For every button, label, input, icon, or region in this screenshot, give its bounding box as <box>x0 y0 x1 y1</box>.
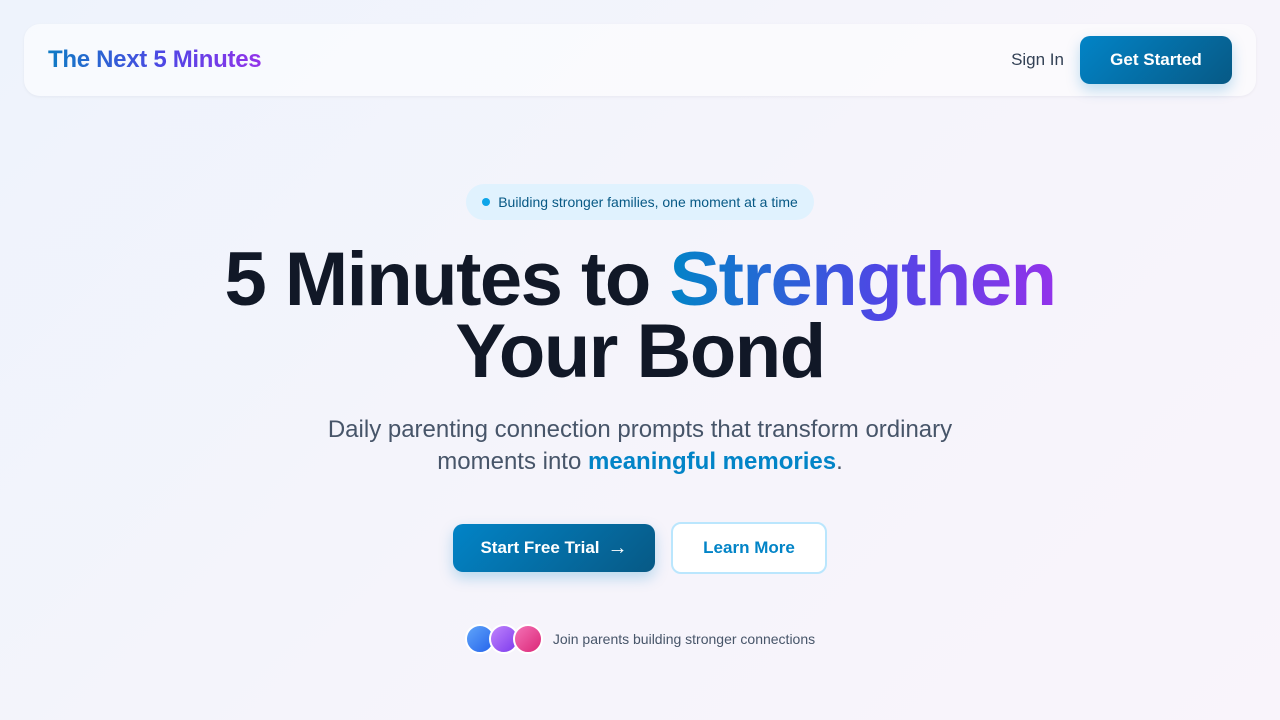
nav-actions: Sign In Get Started <box>1011 36 1232 84</box>
navbar: The Next 5 Minutes Sign In Get Started <box>24 24 1256 96</box>
tagline-text: Building stronger families, one moment a… <box>498 194 798 210</box>
learn-more-button[interactable]: Learn More <box>671 522 827 574</box>
sign-in-link[interactable]: Sign In <box>1011 50 1064 70</box>
social-proof: Join parents building stronger connectio… <box>0 624 1280 654</box>
headline-part2: Your Bond <box>455 309 826 394</box>
hero-headline: 5 Minutes to Strengthen Your Bond <box>0 242 1280 390</box>
subtitle-highlight: meaningful memories <box>588 448 837 475</box>
avatar <box>512 624 543 654</box>
get-started-button[interactable]: Get Started <box>1080 36 1232 84</box>
dot-icon <box>482 198 491 206</box>
avatar-stack <box>464 624 543 654</box>
start-free-trial-button[interactable]: Start Free Trial → <box>453 524 655 572</box>
subtitle-period: . <box>836 448 843 475</box>
start-free-trial-label: Start Free Trial <box>480 538 600 557</box>
hero-subtitle: Daily parenting connection prompts that … <box>280 414 1000 478</box>
cta-row: Start Free Trial → Learn More <box>0 522 1280 574</box>
logo[interactable]: The Next 5 Minutes <box>48 46 262 74</box>
hero-section: Building stronger families, one moment a… <box>0 184 1280 654</box>
social-proof-text: Join parents building stronger connectio… <box>552 631 816 647</box>
tagline-badge: Building stronger families, one moment a… <box>466 184 814 220</box>
arrow-right-icon: → <box>607 536 628 559</box>
